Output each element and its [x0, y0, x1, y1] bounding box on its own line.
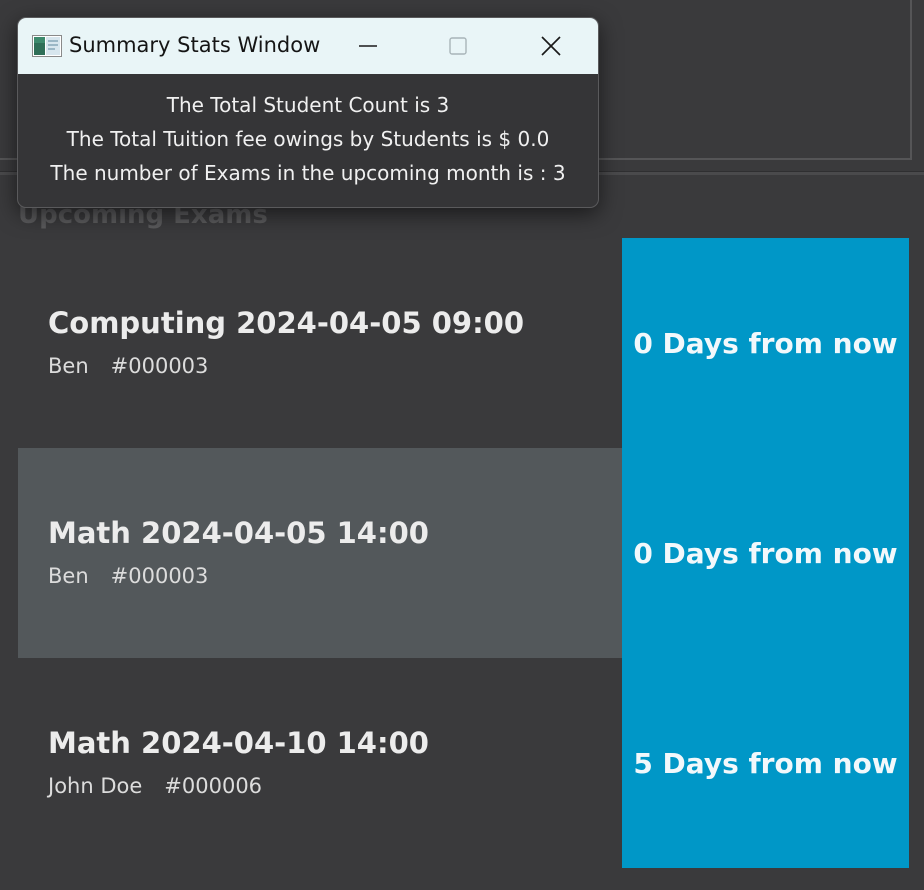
maximize-icon [449, 37, 467, 55]
exam-card[interactable]: Computing 2024-04-05 09:00 Ben #000003 0 … [18, 238, 909, 448]
maximize-button[interactable] [430, 18, 486, 74]
exam-meta: Ben #000003 [48, 564, 208, 588]
window-title-bar[interactable]: Summary Stats Window [18, 18, 598, 74]
exam-title: Math 2024-04-10 14:00 [48, 726, 429, 760]
exam-info: Math 2024-04-10 14:00 John Doe #000006 [18, 658, 622, 868]
exam-title: Computing 2024-04-05 09:00 [48, 306, 525, 340]
exam-countdown-badge: 0 Days from now [622, 238, 909, 448]
student-count-stat: The Total Student Count is 3 [166, 93, 450, 117]
stats-body: The Total Student Count is 3 The Total T… [18, 74, 598, 190]
close-icon [541, 36, 561, 56]
exam-card[interactable]: Math 2024-04-10 14:00 John Doe #000006 5 … [18, 658, 909, 868]
exam-card[interactable]: Math 2024-04-05 14:00 Ben #000003 0 Days … [18, 448, 909, 658]
exam-countdown-text: 0 Days from now [633, 536, 898, 570]
exam-countdown-text: 0 Days from now [633, 326, 898, 360]
exam-info: Math 2024-04-05 14:00 Ben #000003 [18, 448, 622, 658]
exam-meta: Ben #000003 [48, 354, 208, 378]
summary-stats-window[interactable]: Summary Stats Window The Total Student C… [17, 17, 599, 208]
app-window-icon [32, 35, 62, 57]
exam-countdown-badge: 0 Days from now [622, 448, 909, 658]
exam-student-id: #000003 [110, 564, 209, 588]
close-button[interactable] [523, 18, 579, 74]
exam-list[interactable]: Computing 2024-04-05 09:00 Ben #000003 0 … [18, 238, 909, 868]
exam-info: Computing 2024-04-05 09:00 Ben #000003 [18, 238, 622, 448]
minimize-button[interactable] [340, 18, 396, 74]
exam-meta: John Doe #000006 [48, 774, 262, 798]
exam-title: Math 2024-04-05 14:00 [48, 516, 429, 550]
exam-student-name: John Doe [48, 774, 143, 798]
exam-student-id: #000003 [110, 354, 209, 378]
exam-student-name: Ben [48, 354, 89, 378]
exam-student-id: #000006 [164, 774, 263, 798]
exam-countdown-badge: 5 Days from now [622, 658, 909, 868]
exam-countdown-text: 5 Days from now [633, 746, 898, 780]
exam-student-name: Ben [48, 564, 89, 588]
minimize-icon [359, 45, 377, 47]
tuition-owings-stat: The Total Tuition fee owings by Students… [66, 127, 550, 151]
window-title: Summary Stats Window [69, 33, 321, 57]
upcoming-exams-stat: The number of Exams in the upcoming mont… [50, 161, 566, 185]
